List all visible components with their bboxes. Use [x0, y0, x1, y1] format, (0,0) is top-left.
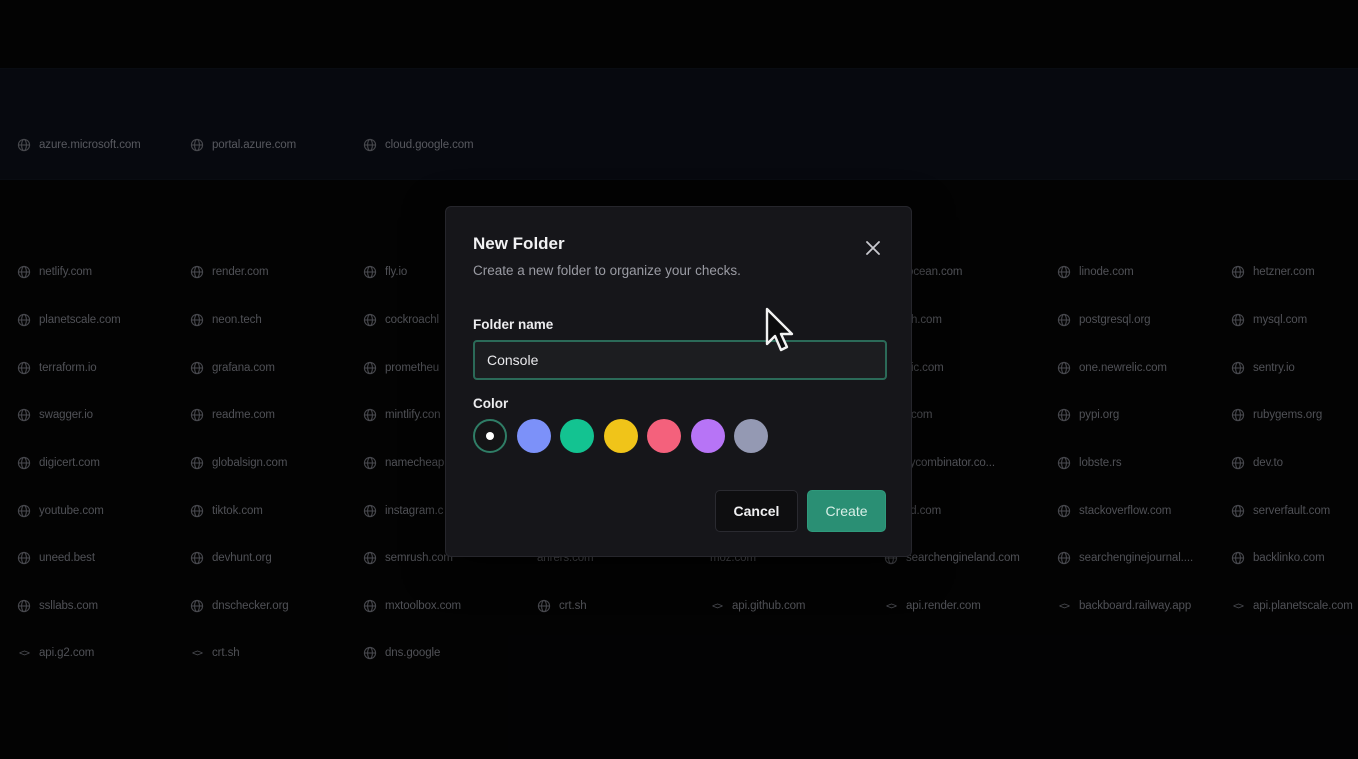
color-swatch[interactable] [473, 419, 507, 453]
color-swatch[interactable] [734, 419, 768, 453]
close-button[interactable] [860, 235, 886, 261]
color-swatch[interactable] [516, 419, 551, 453]
mouse-pointer-icon [765, 307, 794, 352]
close-icon [866, 241, 880, 255]
dialog-subtitle: Create a new folder to organize your che… [473, 263, 741, 278]
color-label: Color [473, 396, 509, 411]
selected-check-dot [486, 432, 494, 440]
dialog-title: New Folder [473, 234, 565, 253]
app-background: azure.microsoft.com portal.azure.com cloud… [0, 0, 1358, 759]
folder-name-input[interactable] [473, 340, 887, 380]
folder-name-label: Folder name [473, 317, 554, 332]
color-picker [473, 419, 778, 453]
new-folder-dialog: New Folder Create a new folder to organi… [445, 206, 912, 557]
cancel-button[interactable]: Cancel [715, 490, 798, 532]
color-swatch[interactable] [647, 419, 681, 453]
color-swatch[interactable] [560, 419, 594, 453]
color-swatch[interactable] [690, 419, 725, 453]
create-button[interactable]: Create [807, 490, 886, 532]
color-swatch[interactable] [603, 419, 638, 453]
